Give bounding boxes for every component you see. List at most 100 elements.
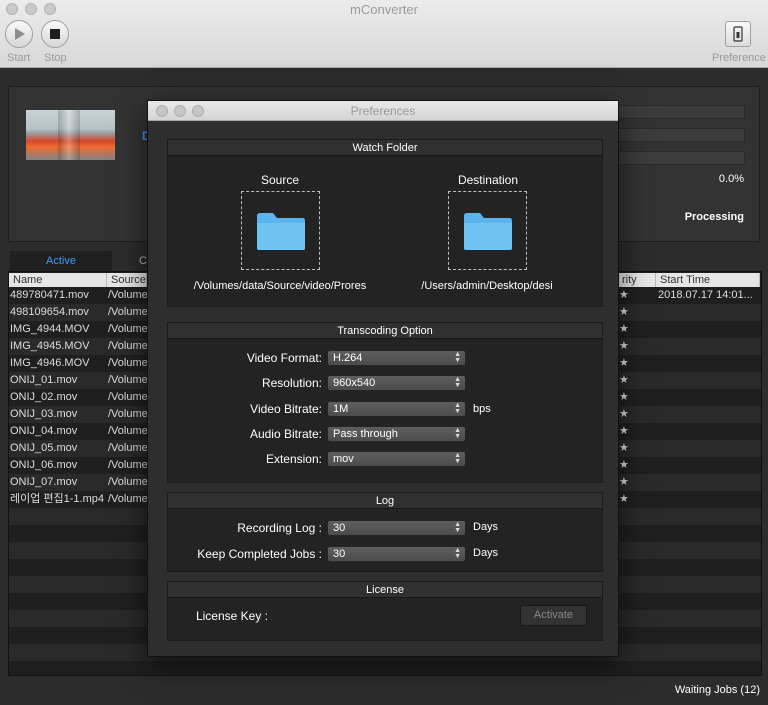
resolution-value: 960x540 <box>333 377 376 389</box>
license-group: License License Key : Activate <box>167 581 603 641</box>
cell-name: ONIJ_06.mov <box>10 459 78 471</box>
stepper-arrows-icon: ▲ ▼ <box>454 376 461 389</box>
watch-folder-group: Watch Folder Source /Volumes/data/Source… <box>167 139 603 307</box>
cell-start-time <box>658 491 760 508</box>
source-drop-zone[interactable] <box>241 191 320 270</box>
cell-source: /Volume <box>108 476 148 488</box>
main-toolbar: mConverter Start Stop Preference <box>0 0 768 68</box>
source-path: /Volumes/data/Source/video/Prores <box>193 280 367 292</box>
keep-completed-jobs-stepper[interactable]: 30 ▲ ▼ <box>327 546 466 562</box>
bitrate-unit: bps <box>473 403 491 415</box>
progress-percent: 0.0% <box>718 173 744 185</box>
recording-log-label: Recording Log : <box>237 521 322 535</box>
stepper-arrows-icon: ▲ ▼ <box>454 427 461 440</box>
recording-log-value: 30 <box>333 522 346 534</box>
cell-name: 레이업 편집1-1.mp4 <box>10 493 105 505</box>
preference-label: Preference <box>712 52 766 64</box>
cell-priority: ★ <box>619 306 629 318</box>
tab-active[interactable]: Active <box>10 251 112 272</box>
audio-bitrate-select[interactable]: Pass through ▲ ▼ <box>327 426 466 442</box>
resolution-label: Resolution: <box>261 376 322 390</box>
keep-completed-jobs-unit: Days <box>473 547 499 559</box>
audio-bitrate-value: Pass through <box>333 428 398 440</box>
cell-name: IMG_4945.MOV <box>10 340 90 352</box>
keep-completed-jobs-value: 30 <box>333 548 346 560</box>
video-format-label: Video Format: <box>246 351 322 365</box>
cell-priority: ★ <box>619 289 629 301</box>
video-format-value: H.264 <box>333 352 363 364</box>
column-header-name[interactable]: Name <box>9 273 107 287</box>
cell-name: ONIJ_05.mov <box>10 442 78 454</box>
video-format-select[interactable]: H.264 ▲ ▼ <box>327 350 466 366</box>
cell-start-time: 2018.07.17 14:01... <box>658 289 753 301</box>
cell-start-time <box>658 355 760 372</box>
progress-bar <box>618 105 745 119</box>
stepper-arrows-icon: ▲ ▼ <box>454 452 461 465</box>
video-thumbnail <box>26 110 115 160</box>
video-bitrate-value: 1M <box>333 403 349 415</box>
cell-priority: ★ <box>619 374 629 386</box>
cell-name: ONIJ_02.mov <box>10 391 78 403</box>
activate-button[interactable]: Activate <box>520 605 587 626</box>
cell-start-time <box>658 372 760 389</box>
cell-source: /Volume <box>108 374 148 386</box>
column-header-start-time[interactable]: Start Time <box>656 273 760 287</box>
cell-start-time <box>658 474 760 491</box>
cell-priority: ★ <box>619 323 629 335</box>
cell-name: 489780471.mov <box>10 289 89 301</box>
log-header: Log <box>168 493 602 509</box>
destination-path: /Users/admin/Desktop/desi <box>421 280 553 292</box>
cell-source: /Volume <box>108 425 148 437</box>
stop-label: Stop <box>44 52 67 64</box>
cell-start-time <box>658 304 760 321</box>
preference-button[interactable] <box>725 21 751 47</box>
column-header-source[interactable]: Source <box>107 273 147 287</box>
resolution-select[interactable]: 960x540 ▲ ▼ <box>327 375 466 391</box>
cell-source: /Volume <box>108 357 148 369</box>
cell-start-time <box>658 389 760 406</box>
stepper-arrows-icon: ▲ ▼ <box>454 547 461 560</box>
cell-source: /Volume <box>108 306 148 318</box>
cell-source: /Volume <box>108 391 148 403</box>
stop-icon <box>50 29 60 39</box>
cell-name: IMG_4944.MOV <box>10 323 90 335</box>
watch-folder-header: Watch Folder <box>168 140 602 156</box>
log-group: Log Recording Log : 30 ▲ ▼ Days Keep Compl… <box>167 492 603 572</box>
source-label: Source <box>260 173 300 187</box>
cell-name: 498109654.mov <box>10 306 89 318</box>
recording-log-unit: Days <box>473 521 499 533</box>
start-button[interactable] <box>5 20 33 48</box>
cell-start-time <box>658 440 760 457</box>
waiting-jobs-count: Waiting Jobs (12) <box>674 684 760 696</box>
folder-icon <box>256 212 305 250</box>
cell-priority: ★ <box>619 340 629 352</box>
dialog-title: Preferences <box>350 104 416 118</box>
cell-source: /Volume <box>108 459 148 471</box>
cell-name: ONIJ_01.mov <box>10 374 78 386</box>
cell-source: /Volume <box>108 289 148 301</box>
cell-start-time <box>658 423 760 440</box>
recording-log-stepper[interactable]: 30 ▲ ▼ <box>327 520 466 536</box>
progress-bar <box>618 151 745 165</box>
cell-priority: ★ <box>619 459 629 471</box>
license-header: License <box>168 582 602 598</box>
stepper-arrows-icon: ▲ ▼ <box>454 351 461 364</box>
cell-start-time <box>658 321 760 338</box>
cell-name: IMG_4946.MOV <box>10 357 90 369</box>
extension-value: mov <box>333 453 354 465</box>
play-icon <box>15 28 25 40</box>
transcoding-group: Transcoding Option Video Format: H.264 ▲ ▼… <box>167 322 603 483</box>
start-label: Start <box>7 52 31 64</box>
cell-source: /Volume <box>108 493 148 505</box>
transcoding-header: Transcoding Option <box>168 323 602 339</box>
stop-button[interactable] <box>41 20 69 48</box>
progress-bar <box>618 128 745 142</box>
stepper-arrows-icon: ▲ ▼ <box>454 521 461 534</box>
video-bitrate-select[interactable]: 1M ▲ ▼ <box>327 401 466 417</box>
column-header-priority[interactable]: rity <box>618 273 656 287</box>
destination-drop-zone[interactable] <box>448 191 527 270</box>
cell-start-time <box>658 338 760 355</box>
switch-icon <box>733 26 743 42</box>
extension-select[interactable]: mov ▲ ▼ <box>327 451 466 467</box>
tab-completed[interactable]: C <box>139 255 147 267</box>
